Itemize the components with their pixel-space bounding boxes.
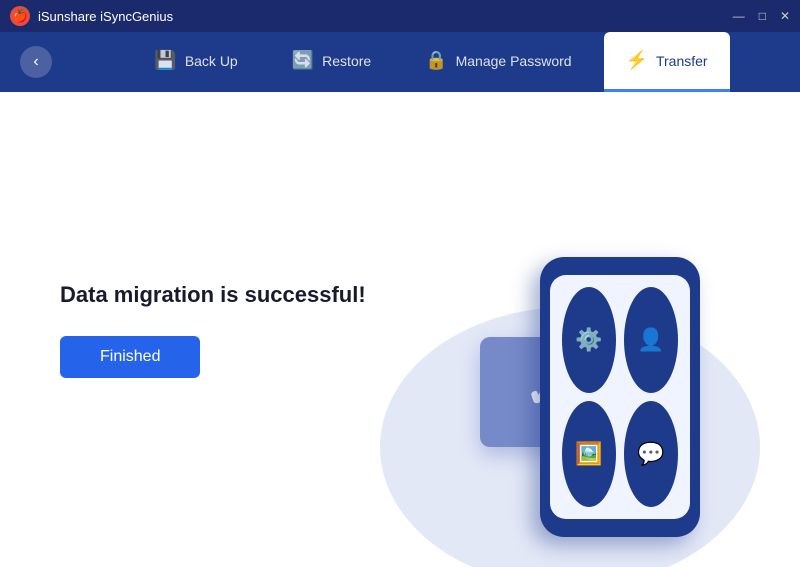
app-icon-settings: ⚙️	[562, 287, 616, 393]
phone-notch	[600, 265, 640, 271]
titlebar: 🍎 iSunshare iSyncGenius — □ ✕	[0, 0, 800, 32]
tab-transfer-label: Transfer	[656, 53, 708, 69]
transfer-icon: ⚡	[626, 50, 648, 71]
finished-button[interactable]: Finished	[60, 336, 200, 378]
phone-screen: ⚙️ 👤 🖼️ 💬	[550, 275, 690, 519]
app-icon-photos: 🖼️	[562, 401, 616, 507]
tab-restore[interactable]: 🔄 Restore	[270, 32, 393, 92]
close-button[interactable]: ✕	[780, 10, 790, 22]
restore-icon: 🔄	[292, 50, 314, 71]
app-title: iSunshare iSyncGenius	[38, 9, 733, 24]
success-area: Data migration is successful! Finished	[60, 282, 366, 378]
window-controls: — □ ✕	[733, 10, 790, 22]
app-icon-contacts: 👤	[624, 287, 678, 393]
app-icon-messages: 💬	[624, 401, 678, 507]
illustration: ✓ ⚙️ 👤 🖼️ 💬	[360, 187, 740, 567]
tab-restore-label: Restore	[322, 53, 371, 69]
phone-illustration: ⚙️ 👤 🖼️ 💬	[540, 257, 700, 537]
navbar: ‹ 💾 Back Up 🔄 Restore 🔒 Manage Password …	[0, 32, 800, 92]
minimize-button[interactable]: —	[733, 10, 745, 22]
tab-backup[interactable]: 💾 Back Up	[132, 32, 259, 92]
main-content: Data migration is successful! Finished ✓…	[0, 92, 800, 567]
password-icon: 🔒	[425, 50, 447, 71]
back-button[interactable]: ‹	[20, 46, 52, 78]
tab-backup-label: Back Up	[185, 53, 238, 69]
maximize-button[interactable]: □	[759, 10, 766, 22]
success-message: Data migration is successful!	[60, 282, 366, 308]
tab-manage-password[interactable]: 🔒 Manage Password	[403, 32, 593, 92]
backup-icon: 💾	[154, 50, 176, 71]
phone-body: ⚙️ 👤 🖼️ 💬	[540, 257, 700, 537]
nav-tabs: 💾 Back Up 🔄 Restore 🔒 Manage Password ⚡ …	[82, 32, 780, 92]
tab-transfer[interactable]: ⚡ Transfer	[604, 32, 730, 92]
app-logo: 🍎	[10, 6, 30, 26]
tab-manage-password-label: Manage Password	[456, 53, 572, 69]
